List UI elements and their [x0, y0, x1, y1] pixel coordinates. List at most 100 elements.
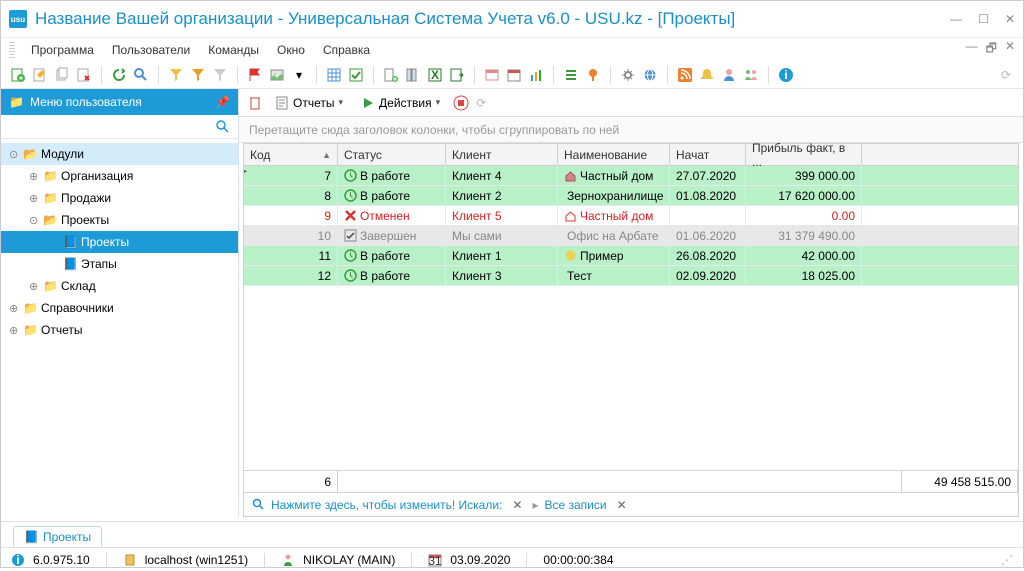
edit-icon[interactable] [31, 66, 49, 84]
copy-icon[interactable] [53, 66, 71, 84]
menu-bar: Программа Пользователи Команды Окно Спра… [1, 37, 1023, 61]
sidebar-search[interactable] [1, 115, 238, 139]
table-row[interactable]: 9ОтмененКлиент 5Частный дом0.00 [244, 206, 1018, 226]
grid-header: Код▲ Статус Клиент Наименование Начат Пр… [244, 144, 1018, 166]
minimize-button[interactable]: — [950, 12, 962, 26]
add-column-icon[interactable] [382, 66, 400, 84]
image-icon[interactable] [268, 66, 286, 84]
tree-organization[interactable]: ⊕📁Организация [1, 165, 238, 187]
table-row[interactable]: ▸7В работеКлиент 4Частный дом27.07.20203… [244, 166, 1018, 186]
pin-orange-icon[interactable] [584, 66, 602, 84]
table-row[interactable]: 12В работеКлиент 3Тест02.09.202018 025.0… [244, 266, 1018, 286]
columns-icon[interactable] [404, 66, 422, 84]
filter-clear-icon[interactable] [211, 66, 229, 84]
dropdown-icon[interactable]: ▾ [290, 66, 308, 84]
tree-references[interactable]: ⊕📁Справочники [1, 297, 238, 319]
pin-icon[interactable]: 📌 [215, 95, 230, 109]
list-green-icon[interactable] [562, 66, 580, 84]
svg-text:i: i [16, 553, 19, 567]
table-row[interactable]: 8В работеКлиент 2Зернохранилище01.08.202… [244, 186, 1018, 206]
user-icon[interactable] [720, 66, 738, 84]
close-button[interactable]: ✕ [1005, 12, 1015, 26]
tree-projects-sub[interactable]: 📘Проекты [1, 231, 238, 253]
gear-icon[interactable] [619, 66, 637, 84]
mdi-minimize-button[interactable]: — [966, 39, 978, 60]
tree-sales[interactable]: ⊕📁Продажи [1, 187, 238, 209]
data-grid: Код▲ Статус Клиент Наименование Начат Пр… [243, 143, 1019, 493]
maximize-button[interactable]: ☐ [978, 12, 989, 26]
footer-count: 6 [244, 471, 338, 492]
content-overflow-icon[interactable]: ⟳ [476, 96, 486, 110]
actions-button[interactable]: Действия▾ [355, 94, 446, 112]
sidebar: 📁 Меню пользователя 📌 ⊙📂Модули ⊕📁Организ… [1, 89, 239, 517]
window-title: Название Вашей организации - Универсальн… [35, 9, 950, 29]
filter-icon[interactable] [167, 66, 185, 84]
search-icon [216, 120, 230, 134]
rss-icon[interactable] [676, 66, 694, 84]
svg-text:X: X [431, 68, 439, 82]
check-icon[interactable] [347, 66, 365, 84]
main-toolbar: ▾ X i ⟳ [1, 61, 1023, 89]
tree-modules[interactable]: ⊙📂Модули [1, 143, 238, 165]
globe-icon[interactable] [641, 66, 659, 84]
menu-users[interactable]: Пользователи [104, 41, 198, 59]
menu-help[interactable]: Справка [315, 41, 378, 59]
col-profit[interactable]: Прибыль факт, в ... [746, 144, 862, 165]
refresh-icon[interactable] [110, 66, 128, 84]
col-started[interactable]: Начат [670, 144, 746, 165]
status-date: 03.09.2020 [450, 553, 510, 567]
filter-clear-button[interactable]: ✕ [508, 498, 526, 512]
stop-icon[interactable] [452, 94, 470, 112]
search-icon[interactable] [132, 66, 150, 84]
reports-button[interactable]: Отчеты▾ [269, 94, 349, 112]
table-row[interactable]: 10ЗавершенМы самиОфис на Арбате01.06.202… [244, 226, 1018, 246]
table-row[interactable]: 11В работеКлиент 1Пример26.08.202042 000… [244, 246, 1018, 266]
menu-program[interactable]: Программа [23, 41, 102, 59]
calendar-icon[interactable] [505, 66, 523, 84]
mdi-close-button[interactable]: ✕ [1005, 39, 1015, 60]
status-bar: i 6.0.975.10 localhost (win1251) NIKOLAY… [1, 547, 1023, 571]
server-icon [123, 553, 137, 567]
users-icon[interactable] [742, 66, 760, 84]
app-logo-icon: usu [9, 10, 27, 28]
toolbar-overflow-icon[interactable]: ⟳ [997, 66, 1015, 84]
group-by-hint[interactable]: Перетащите сюда заголовок колонки, чтобы… [239, 117, 1023, 143]
content-area: Отчеты▾ Действия▾ ⟳ Перетащите сюда заго… [239, 89, 1023, 517]
filter-all-clear-button[interactable]: ✕ [613, 498, 631, 512]
flag-red-icon[interactable] [246, 66, 264, 84]
play-icon [361, 96, 375, 110]
tree-projects[interactable]: ⊙📂Проекты [1, 209, 238, 231]
filter-edit-link[interactable]: Нажмите здесь, чтобы изменить! Искали: [271, 498, 502, 512]
col-status[interactable]: Статус [338, 144, 446, 165]
menu-commands[interactable]: Команды [200, 41, 267, 59]
info-icon[interactable]: i [777, 66, 795, 84]
filter-all-link[interactable]: Все записи [544, 498, 606, 512]
excel-icon[interactable]: X [426, 66, 444, 84]
new-icon[interactable] [9, 66, 27, 84]
tree-warehouse[interactable]: ⊕📁Склад [1, 275, 238, 297]
nav-tree: ⊙📂Модули ⊕📁Организация ⊕📁Продажи ⊙📂Проек… [1, 139, 238, 517]
chart-icon[interactable] [527, 66, 545, 84]
filter-gold-icon[interactable] [189, 66, 207, 84]
footer-total: 49 458 515.00 [902, 471, 1018, 492]
col-code[interactable]: Код▲ [244, 144, 338, 165]
tab-projects[interactable]: 📘 Проекты [13, 526, 102, 547]
report-icon [275, 96, 289, 110]
excel-export-icon[interactable] [448, 66, 466, 84]
grid-body: ▸7В работеКлиент 4Частный дом27.07.20203… [244, 166, 1018, 470]
table-icon[interactable] [325, 66, 343, 84]
delete-record-icon[interactable] [247, 95, 263, 111]
col-name[interactable]: Наименование [558, 144, 670, 165]
sidebar-header: 📁 Меню пользователя 📌 [1, 89, 238, 115]
bell-icon[interactable] [698, 66, 716, 84]
mdi-restore-button[interactable]: 🗗 [986, 39, 997, 60]
col-client[interactable]: Клиент [446, 144, 558, 165]
tree-reports[interactable]: ⊕📁Отчеты [1, 319, 238, 341]
window-icon[interactable] [483, 66, 501, 84]
resize-grip-icon[interactable]: ⋰ [1001, 553, 1013, 567]
tree-stages[interactable]: 📘Этапы [1, 253, 238, 275]
menu-window[interactable]: Окно [269, 41, 313, 59]
delete-icon[interactable] [75, 66, 93, 84]
calendar-icon: 31 [428, 553, 442, 567]
status-user: NIKOLAY (MAIN) [303, 553, 395, 567]
